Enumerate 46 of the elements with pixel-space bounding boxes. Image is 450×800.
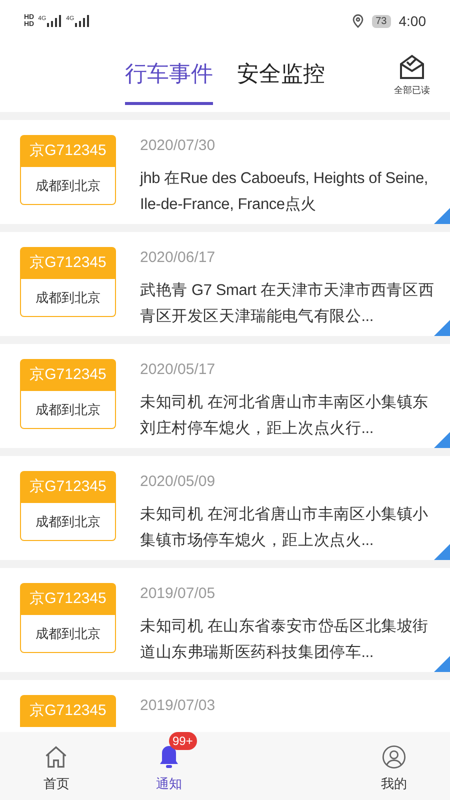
tab[interactable]: 安全监控 bbox=[237, 57, 325, 105]
nav-item[interactable]: 我的 bbox=[338, 732, 450, 800]
event-description: jhb 在Rue des Caboeufs, Heights of Seine, Ile-de-France, France点火 bbox=[140, 168, 430, 214]
plate-number: 京G712345 bbox=[20, 471, 116, 503]
mail-check-icon bbox=[398, 54, 426, 80]
signal-icon bbox=[46, 15, 62, 27]
route-label: 成都到北京 bbox=[20, 503, 116, 541]
corner-triangle-icon bbox=[434, 208, 450, 224]
plate-number: 京G712345 bbox=[20, 135, 116, 167]
event-card[interactable]: 京G712345 成都到北京 2019/07/05 未知司机 在山东省泰安市岱岳区北集坡街道山东弗瑞斯医药科技集团停车... bbox=[0, 568, 450, 672]
plate-number: 京G712345 bbox=[20, 583, 116, 615]
signal-icon bbox=[74, 15, 90, 27]
route-label: 成都到北京 bbox=[20, 391, 116, 429]
event-date: 2020/05/09 bbox=[140, 472, 216, 492]
event-card[interactable]: 京G712345 成都到北京 2020/05/09 未知司机 在河北省唐山市丰南区小集镇小集镇市场停车熄火，距上次点火... bbox=[0, 456, 450, 560]
notification-badge: 99+ bbox=[168, 732, 197, 750]
route-label: 成都到北京 bbox=[20, 279, 116, 317]
event-description: 未知司机 在河北省唐山市丰南区小集镇小集镇市场停车熄火，距上次点火... bbox=[140, 504, 430, 550]
battery-indicator: 73 bbox=[372, 14, 391, 28]
corner-triangle-icon bbox=[434, 656, 450, 672]
event-date: 2019/07/03 bbox=[140, 696, 216, 716]
location-icon bbox=[352, 14, 364, 28]
event-date: 2020/07/30 bbox=[140, 136, 216, 156]
nav-item[interactable]: 首页 bbox=[0, 732, 112, 800]
corner-triangle-icon bbox=[434, 320, 450, 336]
clock: 4:00 bbox=[398, 12, 426, 30]
plate-number: 京G712345 bbox=[20, 695, 116, 727]
event-date: 2020/06/17 bbox=[140, 248, 216, 268]
nav-item[interactable]: 通知 99+ bbox=[112, 732, 225, 800]
event-card[interactable]: 京G712345 成都到北京 2020/06/17 武艳青 G7 Smart 在天津市天津市西青区西青区开发区天津瑞能电气有限公... bbox=[0, 232, 450, 336]
plate-number: 京G712345 bbox=[20, 359, 116, 391]
corner-triangle-icon bbox=[434, 432, 450, 448]
event-date: 2020/05/17 bbox=[140, 360, 216, 380]
event-card[interactable]: 京G712345 成都到北京 2020/07/30 jhb 在Rue des Caboeufs, Heights of Seine, Ile-de-France, France点火 bbox=[0, 120, 450, 224]
event-card[interactable]: 京G712345 成都到北京 2020/05/17 未知司机 在河北省唐山市丰南区小集镇东刘庄村停车熄火，距上次点火行... bbox=[0, 344, 450, 448]
route-label: 成都到北京 bbox=[20, 167, 116, 205]
plate-number: 京G712345 bbox=[20, 247, 116, 279]
mark-all-read-button[interactable]: 全部已读 bbox=[394, 54, 430, 98]
tab[interactable]: 行车事件 bbox=[125, 57, 213, 105]
event-description: 未知司机 在山东省泰安市岱岳区北集坡街道山东弗瑞斯医药科技集团停车... bbox=[140, 616, 430, 662]
corner-triangle-icon bbox=[434, 544, 450, 560]
event-description: 武艳青 G7 Smart 在天津市天津市西青区西青区开发区天津瑞能电气有限公... bbox=[140, 280, 436, 326]
event-date: 2019/07/05 bbox=[140, 584, 216, 604]
route-label: 成都到北京 bbox=[20, 615, 116, 653]
event-description: 未知司机 在河北省唐山市丰南区小集镇东刘庄村停车熄火，距上次点火行... bbox=[140, 392, 430, 438]
user-icon bbox=[380, 744, 407, 770]
